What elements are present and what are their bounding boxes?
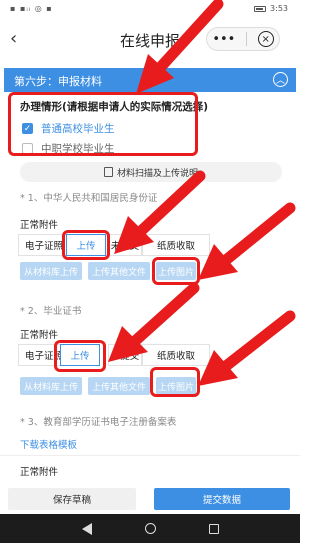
scan-upload-guide-button[interactable]: 材料扫描及上传说明 <box>20 162 282 182</box>
annotation-box-upload-2 <box>54 340 106 372</box>
nav-bar: ‹ 在线申报 ••• × <box>0 18 300 60</box>
more-icon[interactable]: ••• <box>212 32 235 47</box>
material-2-not-submitted: 未提交 <box>108 344 142 366</box>
status-right: 3:53 <box>254 4 288 13</box>
system-nav-bar <box>0 514 300 543</box>
material-1-attachment-label: 正常附件 <box>20 220 59 231</box>
system-back-icon[interactable] <box>81 522 92 535</box>
annotation-box-image-2 <box>150 367 200 397</box>
material-2-paper-collect: 纸质收取 <box>142 344 210 366</box>
system-home-icon[interactable] <box>144 523 156 534</box>
bottom-action-bar: 保存草稿 提交数据 <box>0 484 300 514</box>
battery-icon <box>254 5 267 12</box>
submit-button[interactable]: 提交数据 <box>154 488 290 510</box>
annotation-box-image-1 <box>152 257 200 285</box>
mini-program-capsule: ••• × <box>206 27 280 51</box>
annotation-box-upload-1 <box>62 230 110 260</box>
step-header[interactable]: 第六步：申报材料 ︿ <box>4 68 296 92</box>
material-3-attachment-label: 正常附件 <box>20 467 59 478</box>
material-1-not-submitted: 未提交 <box>108 234 142 256</box>
material-1-upload-other-button[interactable]: 上传其他文件 <box>88 262 150 280</box>
material-2-from-library-button[interactable]: 从材料库上传 <box>20 377 82 395</box>
material-1-title: * 1、中华人民共和国居民身份证 <box>20 193 158 204</box>
status-time: 3:53 <box>270 4 288 13</box>
chevron-up-icon[interactable]: ︿ <box>273 72 288 87</box>
document-icon <box>103 167 113 177</box>
material-2-title: * 2、毕业证书 <box>20 306 82 317</box>
divider <box>0 455 300 456</box>
material-2-attachment-label: 正常附件 <box>20 330 59 341</box>
close-icon[interactable]: × <box>257 31 274 47</box>
guide-label: 材料扫描及上传说明 <box>116 168 198 179</box>
download-template-link[interactable]: 下载表格模板 <box>20 437 77 451</box>
material-1-paper-collect: 纸质收取 <box>142 234 210 256</box>
annotation-box-situation <box>8 92 198 156</box>
material-3-title: * 3、教育部学历证书电子注册备案表 <box>20 417 177 428</box>
save-draft-button[interactable]: 保存草稿 <box>8 488 136 510</box>
status-icons: ▪ ▪ᵢₗ ◎ ▪ <box>10 4 53 13</box>
status-bar: ▪ ▪ᵢₗ ◎ ▪ 3:53 <box>0 0 300 18</box>
material-1-from-library-button[interactable]: 从材料库上传 <box>20 262 82 280</box>
step-title: 第六步：申报材料 <box>14 75 102 88</box>
material-2-upload-other-button[interactable]: 上传其他文件 <box>88 377 150 395</box>
system-recent-icon[interactable] <box>208 523 219 534</box>
capsule-divider <box>246 32 247 46</box>
